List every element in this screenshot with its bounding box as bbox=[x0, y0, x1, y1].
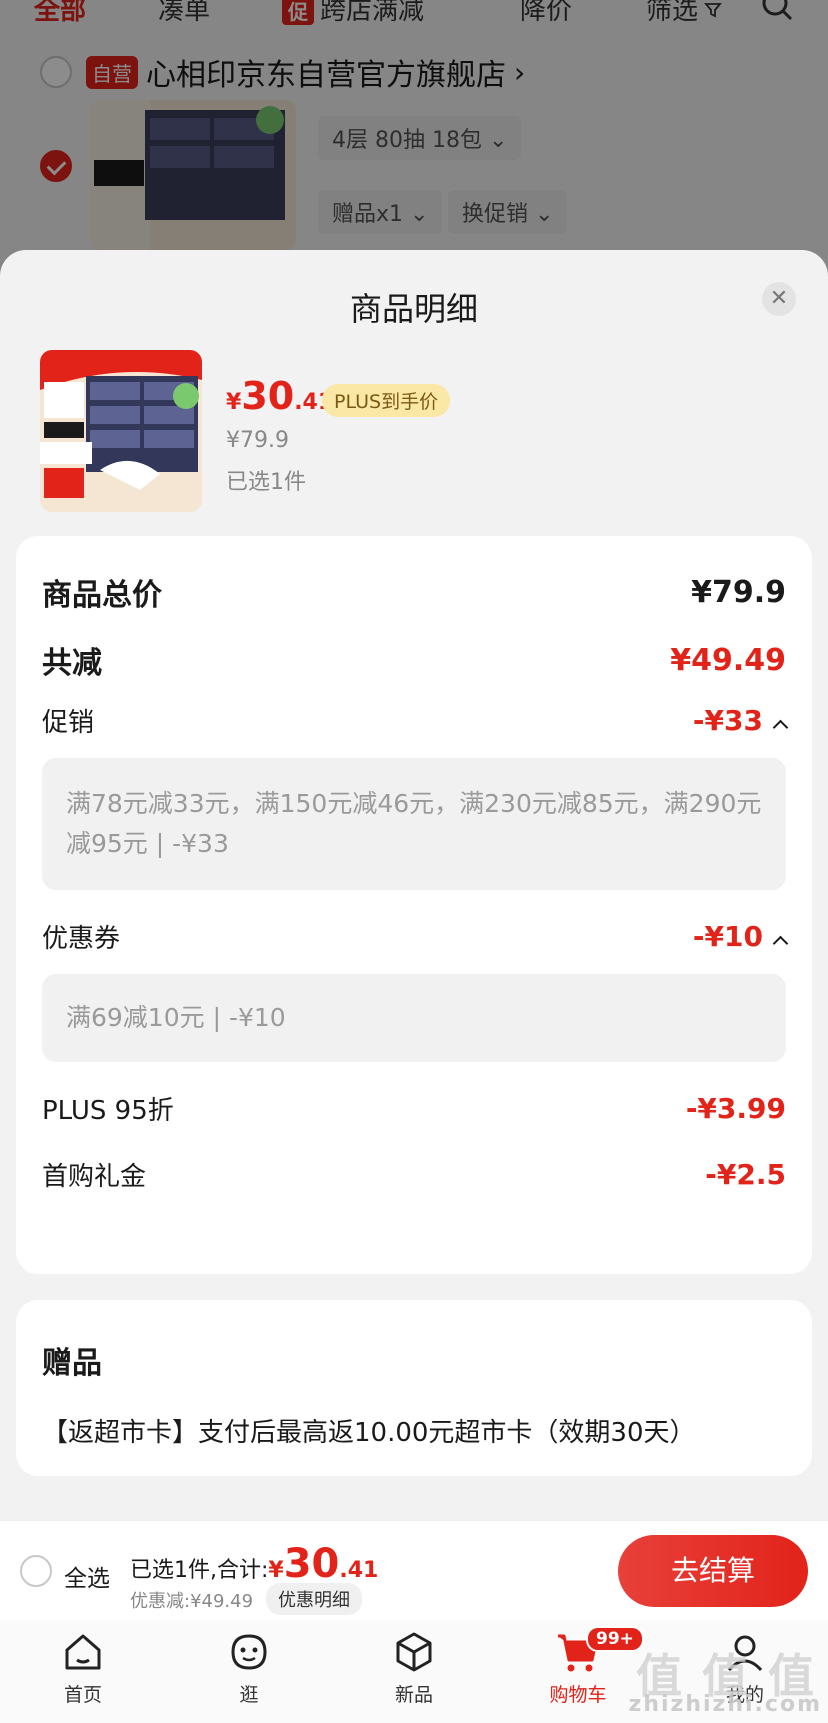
discount-text: 优惠减:¥49.49 bbox=[130, 1591, 254, 1612]
price-int: 30 bbox=[241, 374, 295, 418]
discount-detail-link[interactable]: 优惠明细 bbox=[266, 1583, 362, 1615]
watermark-url: zhizhizhi.com bbox=[628, 1692, 822, 1717]
plus-discount-value: -¥3.99 bbox=[685, 1092, 786, 1125]
chevron-up-icon[interactable] bbox=[772, 719, 789, 736]
close-icon: ✕ bbox=[769, 286, 789, 311]
promo-detail-box: 满78元减33元，满150元减46元，满230元减85元，满290元减95元 |… bbox=[42, 758, 786, 890]
selected-count: 已选1件 bbox=[226, 470, 306, 495]
gift-text: 【返超市卡】支付后最高返10.00元超市卡（效期30天） bbox=[42, 1418, 696, 1448]
chevron-up-icon[interactable] bbox=[772, 935, 789, 952]
gift-title: 赠品 bbox=[42, 1346, 102, 1381]
home-icon bbox=[65, 1634, 101, 1670]
promo-value-group: -¥33 bbox=[692, 704, 789, 737]
promo-value: -¥33 bbox=[692, 704, 763, 737]
first-buy-label: 首购礼金 bbox=[42, 1162, 147, 1192]
face-icon bbox=[231, 1634, 267, 1670]
total-price-value: ¥79.9 bbox=[691, 574, 786, 610]
tab-new[interactable]: 新品 bbox=[359, 1628, 469, 1707]
tab-home-label: 首页 bbox=[63, 1684, 102, 1706]
total-price-row: 商品总价 ¥79.9 bbox=[42, 570, 786, 614]
sum-price-dec: .41 bbox=[339, 1558, 379, 1583]
tab-home[interactable]: 首页 bbox=[28, 1628, 138, 1707]
total-price-label: 商品总价 bbox=[42, 578, 162, 613]
select-all-label[interactable]: 全选 bbox=[64, 1559, 110, 1593]
price-symbol: ¥ bbox=[226, 390, 242, 415]
total-sum: 已选1件,合计:¥30.41 bbox=[130, 1541, 378, 1587]
cube-icon bbox=[396, 1632, 432, 1672]
gift-card: 赠品 【返超市卡】支付后最高返10.00元超市卡（效期30天） bbox=[16, 1300, 812, 1476]
sheet-title: 商品明细 bbox=[349, 290, 478, 328]
sum-price-int: 30 bbox=[283, 1541, 340, 1587]
close-button[interactable]: ✕ bbox=[762, 282, 796, 316]
tab-explore[interactable]: 逛 bbox=[194, 1628, 304, 1707]
checkout-bar: 全选 已选1件,合计:¥30.41 优惠减:¥49.49 优惠明细 去结算 bbox=[0, 1520, 828, 1620]
select-all-radio[interactable] bbox=[20, 1555, 52, 1587]
promo-row[interactable]: 促销 -¥33 bbox=[42, 702, 789, 739]
checkout-button[interactable]: 去结算 bbox=[618, 1535, 808, 1607]
tab-cart-label: 购物车 bbox=[549, 1684, 607, 1706]
coupon-detail-box: 满69减10元 | -¥10 bbox=[42, 974, 786, 1062]
coupon-value-group: -¥10 bbox=[692, 920, 789, 953]
plus-discount-row: PLUS 95折 -¥3.99 bbox=[42, 1090, 786, 1127]
coupon-row[interactable]: 优惠券 -¥10 bbox=[42, 918, 789, 955]
total-reduce-value: ¥49.49 bbox=[670, 642, 786, 678]
selected-sum-label: 已选1件,合计: bbox=[130, 1558, 269, 1583]
promo-label: 促销 bbox=[42, 708, 95, 738]
total-reduce-row: 共减 ¥49.49 bbox=[42, 638, 786, 682]
tab-explore-label: 逛 bbox=[239, 1684, 259, 1706]
coupon-value: -¥10 bbox=[692, 920, 763, 953]
original-price: ¥79.9 bbox=[226, 428, 289, 453]
plus-price-tag: PLUS到手价 bbox=[322, 384, 451, 417]
total-reduce-label: 共减 bbox=[42, 646, 102, 681]
price-breakdown-card: 商品总价 ¥79.9 共减 ¥49.49 促销 -¥33 满78元减33元，满1… bbox=[16, 536, 812, 1274]
plus-price: ¥30.41 bbox=[226, 374, 333, 418]
sum-price: ¥30.41 bbox=[268, 1541, 379, 1587]
sum-price-symbol: ¥ bbox=[268, 1558, 284, 1583]
first-buy-value: -¥2.5 bbox=[705, 1158, 786, 1191]
coupon-label: 优惠券 bbox=[42, 924, 121, 954]
product-image bbox=[40, 350, 202, 512]
tab-new-label: 新品 bbox=[394, 1684, 433, 1706]
plus-discount-label: PLUS 95折 bbox=[42, 1096, 174, 1126]
product-detail-sheet: 商品明细 ✕ ¥30.41 PLUS到手价 ¥79.9 已选1件 商品总价 ¥7… bbox=[0, 250, 828, 1520]
first-buy-row: 首购礼金 -¥2.5 bbox=[42, 1156, 786, 1193]
